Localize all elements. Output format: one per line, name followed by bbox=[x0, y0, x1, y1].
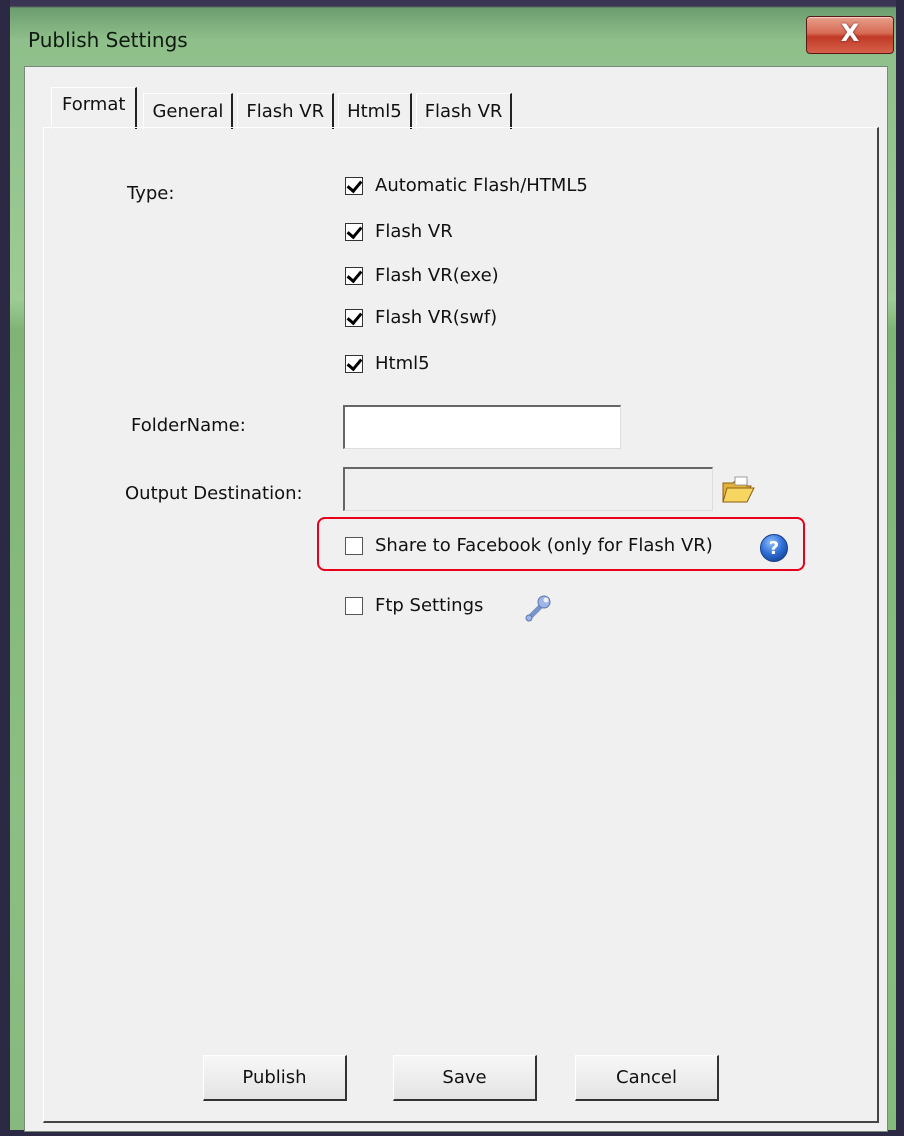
checkbox-label: Html5 bbox=[375, 353, 430, 374]
tab-bar: Format General Flash VR Html5 Flash VR bbox=[51, 87, 516, 129]
checkbox-ftp-settings[interactable]: Ftp Settings bbox=[345, 595, 483, 616]
checkbox-box[interactable] bbox=[345, 266, 363, 285]
checkbox-label: Flash VR(exe) bbox=[375, 265, 499, 286]
checkbox-box[interactable] bbox=[345, 176, 363, 195]
frame-border-right bbox=[896, 0, 904, 1136]
checkbox-label: Automatic Flash/HTML5 bbox=[375, 175, 588, 196]
tab-label: Flash VR bbox=[424, 101, 503, 122]
tab-format[interactable]: Format bbox=[51, 87, 138, 129]
checkbox-flash-vr-swf[interactable]: Flash VR(swf) bbox=[345, 307, 497, 328]
dialog-client-area: Format General Flash VR Html5 Flash VR T… bbox=[24, 66, 888, 1132]
tab-label: Html5 bbox=[347, 101, 402, 122]
tab-flash-vr-2[interactable]: Flash VR bbox=[415, 93, 513, 129]
checkbox-share-facebook[interactable]: Share to Facebook (only for Flash VR) bbox=[345, 535, 713, 556]
type-label: Type: bbox=[127, 183, 175, 204]
close-button[interactable]: X bbox=[806, 16, 894, 54]
tab-label: Format bbox=[62, 94, 126, 115]
checkbox-box[interactable] bbox=[345, 308, 363, 327]
output-destination-input[interactable] bbox=[343, 467, 713, 511]
window-title: Publish Settings bbox=[28, 28, 188, 52]
tab-general[interactable]: General bbox=[143, 93, 234, 129]
tab-flash-vr[interactable]: Flash VR bbox=[237, 93, 335, 129]
checkbox-flash-vr-exe[interactable]: Flash VR(exe) bbox=[345, 265, 499, 286]
checkbox-html5[interactable]: Html5 bbox=[345, 353, 430, 374]
checkbox-label: Share to Facebook (only for Flash VR) bbox=[375, 535, 713, 556]
checkbox-flash-vr[interactable]: Flash VR bbox=[345, 221, 453, 242]
title-bar[interactable]: Publish Settings X bbox=[10, 8, 896, 66]
checkbox-label: Flash VR(swf) bbox=[375, 307, 498, 328]
checkbox-box[interactable] bbox=[345, 354, 363, 373]
close-icon: X bbox=[840, 19, 860, 47]
checkbox-box[interactable] bbox=[345, 222, 363, 241]
tab-html5[interactable]: Html5 bbox=[338, 93, 412, 129]
output-destination-label: Output Destination: bbox=[125, 483, 303, 504]
folder-name-label: FolderName: bbox=[131, 415, 246, 436]
tab-label: General bbox=[152, 101, 224, 122]
window-frame: Publish Settings X Format General Flash … bbox=[0, 0, 904, 1136]
checkbox-label: Flash VR bbox=[375, 221, 453, 242]
checkbox-automatic-flash-html5[interactable]: Automatic Flash/HTML5 bbox=[345, 175, 588, 196]
checkbox-label: Ftp Settings bbox=[375, 595, 484, 616]
cancel-button[interactable]: Cancel bbox=[575, 1055, 719, 1101]
open-folder-icon[interactable] bbox=[721, 475, 755, 505]
tab-label: Flash VR bbox=[246, 101, 325, 122]
folder-name-input[interactable] bbox=[343, 405, 621, 449]
wrench-icon[interactable] bbox=[523, 591, 555, 623]
svg-text:?: ? bbox=[769, 538, 779, 559]
save-button[interactable]: Save bbox=[393, 1055, 537, 1101]
checkbox-box[interactable] bbox=[345, 536, 363, 555]
help-icon[interactable]: ? bbox=[759, 533, 789, 563]
publish-button[interactable]: Publish bbox=[203, 1055, 347, 1101]
checkbox-box[interactable] bbox=[345, 596, 363, 615]
frame-border-left bbox=[0, 0, 10, 1136]
